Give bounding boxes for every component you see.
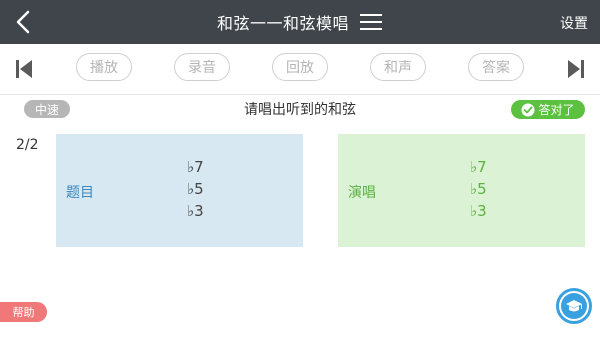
page-title: 和弦一一和弦模唱	[216, 14, 349, 33]
sing-note: ♭7	[470, 158, 487, 176]
question-label: 题目	[66, 185, 94, 201]
title-wrap: 和弦一一和弦模唱	[0, 0, 600, 44]
answer-button[interactable]: 答案	[468, 53, 524, 81]
result-badge: 答对了	[511, 100, 585, 119]
top-bar: 和弦一一和弦模唱 设置	[0, 0, 600, 44]
tutor-inner	[561, 293, 587, 319]
settings-button[interactable]: 设置	[560, 13, 588, 33]
menu-icon[interactable]	[359, 11, 383, 33]
sing-notes: ♭7 ♭5 ♭3	[470, 156, 487, 222]
instruction-text: 请唱出听到的和弦	[244, 102, 356, 118]
question-note: ♭5	[187, 180, 204, 198]
question-panel: 题目 ♭7 ♭5 ♭3	[56, 134, 303, 247]
record-button[interactable]: 录音	[174, 53, 230, 81]
check-icon	[521, 103, 535, 116]
play-button[interactable]: 播放	[76, 53, 132, 81]
skip-previous-icon[interactable]	[14, 58, 34, 80]
sing-note: ♭3	[470, 202, 487, 220]
result-text: 答对了	[538, 103, 575, 117]
help-button[interactable]: 帮助	[0, 302, 47, 322]
sing-panel: 演唱 ♭7 ♭5 ♭3	[338, 134, 585, 247]
question-note: ♭7	[187, 158, 204, 176]
progress-counter: 2/2	[16, 137, 39, 153]
sing-note: ♭5	[470, 180, 487, 198]
harmony-button[interactable]: 和声	[370, 53, 426, 81]
skip-next-icon[interactable]	[566, 58, 586, 80]
question-notes: ♭7 ♭5 ♭3	[187, 156, 204, 222]
tutor-button[interactable]	[556, 288, 592, 324]
toolbar-divider	[0, 94, 600, 95]
playback-button[interactable]: 回放	[272, 53, 328, 81]
graduation-cap-icon	[566, 300, 582, 312]
sing-label: 演唱	[348, 185, 376, 201]
question-note: ♭3	[187, 202, 204, 220]
